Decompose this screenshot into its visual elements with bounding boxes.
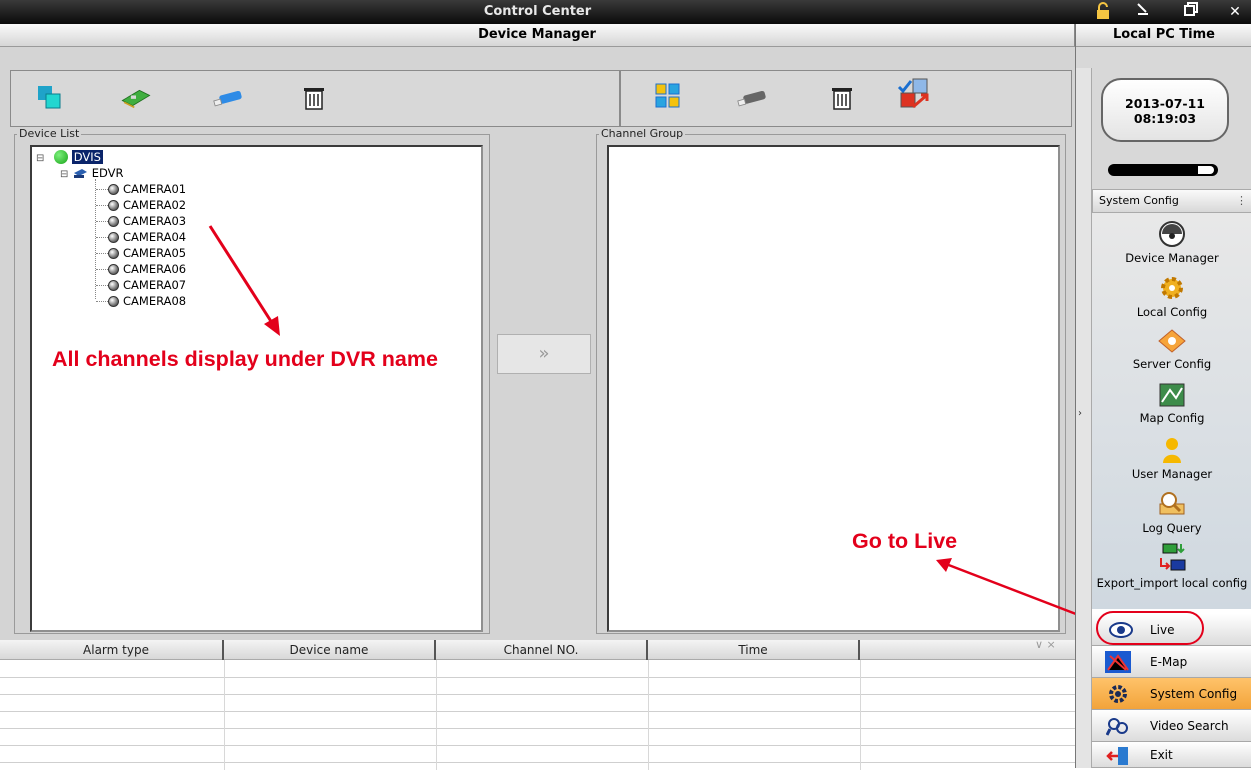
dvr-icon: [72, 167, 88, 179]
globe-icon: [54, 150, 69, 164]
camera-icon: [108, 296, 119, 307]
window-title: Control Center: [483, 4, 592, 19]
device-list-label: Device List: [17, 127, 82, 140]
search-people-icon: [1106, 718, 1128, 736]
annotation-channels: All channels display under DVR name: [52, 347, 438, 371]
expand-arrow-icon[interactable]: ›: [1078, 408, 1082, 419]
progress-bar: [1108, 164, 1218, 176]
config-export-import[interactable]: Export_import local config: [1092, 542, 1251, 589]
camera-icon: [108, 232, 119, 243]
add-group-icon[interactable]: [651, 79, 685, 113]
column-alarm-type[interactable]: Alarm type: [10, 640, 224, 660]
delete-group-icon[interactable]: [825, 81, 859, 115]
clock-date: 2013-07-11: [1125, 96, 1205, 111]
camera-icon: [108, 248, 119, 259]
tree-dvr-item[interactable]: ⊟ EDVR: [60, 165, 123, 181]
nav-exit[interactable]: Exit: [1092, 742, 1251, 768]
user-icon: [1163, 438, 1181, 463]
grey-usb-icon[interactable]: [735, 81, 769, 115]
alarm-panel-controls[interactable]: ∨ ×: [1035, 638, 1056, 651]
config-device-manager[interactable]: Device Manager: [1092, 220, 1251, 265]
camera-icon: [108, 216, 119, 227]
system-config-title: System Config: [1099, 194, 1179, 207]
tree-camera-item[interactable]: CAMERA01: [96, 181, 186, 197]
local-time-title: Local PC Time: [1076, 24, 1251, 47]
clock-display: 2013-07-11 08:19:03: [1101, 78, 1229, 142]
gear-config-icon: [1161, 277, 1183, 299]
channel-group-toolbar: [620, 70, 1072, 127]
system-config-header: System Config ⋮: [1092, 189, 1251, 213]
log-query-icon: [1159, 492, 1185, 515]
camera-icon: [108, 264, 119, 275]
tree-camera-item[interactable]: CAMERA04: [96, 229, 186, 245]
nav-video-search[interactable]: Video Search: [1092, 710, 1251, 742]
page-title: Device Manager: [0, 24, 1075, 47]
clock-time: 08:19:03: [1133, 111, 1197, 126]
map-config-icon: [1159, 383, 1185, 407]
config-map-config[interactable]: Map Config: [1092, 382, 1251, 425]
nav-live[interactable]: Live: [1092, 611, 1251, 646]
sidebar: Local PC Time 2013-07-11 08:19:03 › Syst…: [1075, 24, 1251, 768]
live-highlight-circle: [1096, 611, 1204, 645]
map-icon: [1105, 651, 1131, 673]
export-import-icon: [1160, 543, 1186, 571]
collapse-icon[interactable]: ⊟: [60, 169, 68, 180]
column-channel-no[interactable]: Channel NO.: [436, 640, 648, 660]
tree-camera-item[interactable]: CAMERA06: [96, 261, 186, 277]
delete-device-icon[interactable]: [297, 81, 331, 115]
tree-root-item[interactable]: ⊟ DVIS: [36, 149, 103, 165]
restore-icon[interactable]: [1180, 2, 1202, 22]
tree-camera-item[interactable]: CAMERA05: [96, 245, 186, 261]
config-log-query[interactable]: Log Query: [1092, 490, 1251, 535]
panel-menu-icon[interactable]: ⋮: [1236, 190, 1247, 212]
root-label: DVIS: [71, 150, 103, 164]
column-time[interactable]: Time: [648, 640, 860, 660]
exit-icon: [1106, 747, 1128, 765]
dvr-label: EDVR: [91, 166, 124, 180]
config-local-config[interactable]: Local Config: [1092, 274, 1251, 319]
config-user-manager[interactable]: User Manager: [1092, 436, 1251, 481]
dome-camera-icon: [1159, 221, 1185, 247]
nav-e-map[interactable]: E-Map: [1092, 646, 1251, 678]
add-device-icon[interactable]: [33, 81, 67, 115]
server-config-icon: [1158, 329, 1186, 353]
usb-drive-icon[interactable]: [211, 81, 245, 115]
tree-camera-item[interactable]: CAMERA03: [96, 213, 186, 229]
title-bar: Control Center ✕: [0, 0, 1251, 24]
tree-camera-item[interactable]: CAMERA08: [96, 293, 186, 309]
gear-icon: [1109, 685, 1127, 703]
group-settings-icon[interactable]: [897, 77, 931, 111]
annotation-arrow: [208, 225, 280, 336]
minimize-icon[interactable]: [1132, 2, 1154, 22]
tree-camera-item[interactable]: CAMERA02: [96, 197, 186, 213]
add-to-group-button[interactable]: »: [497, 334, 591, 374]
network-card-icon[interactable]: [119, 81, 153, 115]
channel-group-label: Channel Group: [599, 127, 686, 140]
device-tree: ⊟ DVIS ⊟ EDVR CAMERA01 CAMERA02 CAMERA03…: [30, 145, 483, 632]
config-server-config[interactable]: Server Config: [1092, 328, 1251, 371]
collapse-icon[interactable]: ⊟: [36, 153, 44, 164]
alarm-table: Alarm type Device name Channel NO. Time …: [0, 638, 1075, 770]
camera-icon: [108, 280, 119, 291]
close-icon[interactable]: ✕: [1224, 2, 1246, 22]
device-toolbar: [10, 70, 620, 127]
nav-system-config[interactable]: System Config: [1092, 678, 1251, 710]
camera-icon: [108, 184, 119, 195]
annotation-go-live: Go to Live: [852, 529, 958, 553]
lock-icon[interactable]: [1092, 2, 1114, 22]
column-device-name[interactable]: Device name: [224, 640, 436, 660]
tree-camera-item[interactable]: CAMERA07: [96, 277, 186, 293]
camera-icon: [108, 200, 119, 211]
